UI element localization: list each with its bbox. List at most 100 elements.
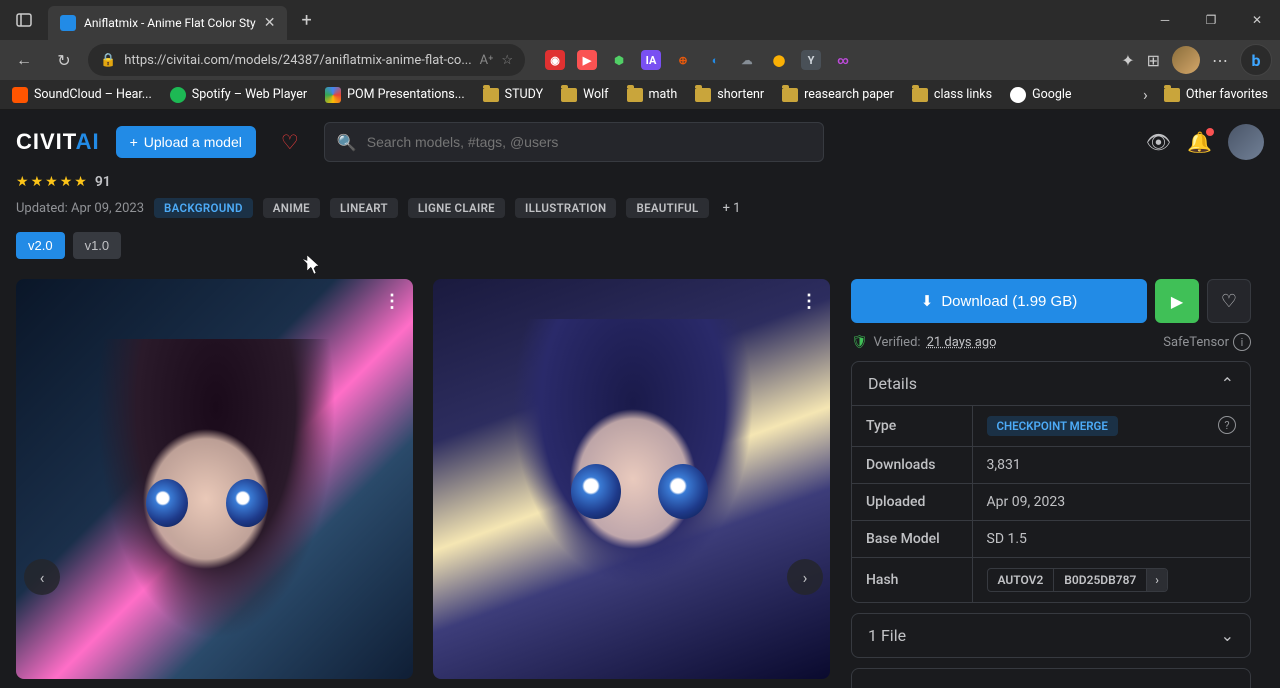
tag-background[interactable]: BACKGROUND — [154, 198, 253, 218]
bookmark-folder-shortenr[interactable]: shortenr — [695, 87, 764, 102]
verified-label: Verified: — [874, 335, 921, 350]
bookmark-folder-math[interactable]: math — [627, 87, 678, 102]
refresh-button[interactable]: ↻ — [48, 44, 80, 76]
table-row: Hash AUTOV2 B0D25DB787 › — [852, 558, 1250, 603]
reader-icon[interactable]: A⁺ — [480, 53, 494, 68]
bookmark-folder-research[interactable]: reasearch paper — [782, 87, 894, 102]
favorite-button[interactable]: ♡ — [1207, 279, 1251, 323]
chevron-up-icon: ⌃ — [1221, 374, 1234, 393]
heart-icon: ♡ — [1221, 291, 1237, 312]
table-row: UploadedApr 09, 2023 — [852, 484, 1250, 521]
details-panel-header[interactable]: Details ⌃ — [852, 362, 1250, 405]
lock-icon: 🔒 — [100, 53, 116, 68]
chevron-right-icon[interactable]: › — [1147, 569, 1167, 591]
star-icon: ★ — [45, 174, 58, 190]
carousel-next-button[interactable]: › — [787, 559, 823, 595]
bookmark-folder-classlinks[interactable]: class links — [912, 87, 992, 102]
files-panel-header[interactable]: 1 File ⌄ — [852, 614, 1250, 657]
site-logo[interactable]: CIVITAI — [16, 129, 100, 155]
bing-button[interactable]: b — [1240, 44, 1272, 76]
image-menu-icon[interactable]: ⋮ — [800, 291, 818, 312]
ext-icon-2[interactable]: ▶ — [577, 50, 597, 70]
download-icon: ⬇ — [921, 292, 934, 310]
bookmark-folder-study[interactable]: STUDY — [483, 87, 543, 102]
bookmark-spotify[interactable]: Spotify – Web Player — [170, 87, 307, 103]
ext-icon-4[interactable]: IA — [641, 50, 661, 70]
rating-stars[interactable]: ★★★★★ 91 — [16, 174, 1264, 190]
tag-anime[interactable]: ANIME — [263, 198, 320, 218]
updated-date: Updated: Apr 09, 2023 — [16, 201, 144, 216]
bookmarks-overflow-icon[interactable]: › — [1143, 85, 1148, 104]
tab-close-icon[interactable]: ✕ — [264, 15, 276, 31]
download-button[interactable]: ⬇ Download (1.99 GB) — [851, 279, 1147, 323]
notification-dot — [1206, 128, 1214, 136]
gallery-image-1[interactable]: ⋮ — [16, 279, 413, 679]
ext-icon-8[interactable]: ⬤ — [769, 50, 789, 70]
ext-icon-9[interactable]: Y — [801, 50, 821, 70]
other-favorites[interactable]: Other favorites — [1164, 87, 1268, 102]
rating-count: 91 — [95, 174, 111, 190]
profile-avatar[interactable] — [1172, 46, 1200, 74]
ext-icon-6[interactable]: ◐ — [705, 50, 725, 70]
bookmark-soundcloud[interactable]: SoundCloud – Hear... — [12, 87, 152, 103]
collections-icon[interactable]: ⊞ — [1147, 51, 1160, 70]
ext-icon-7[interactable]: ☁ — [737, 50, 757, 70]
extensions-icon[interactable]: ✦ — [1121, 51, 1134, 70]
maximize-button[interactable]: ❐ — [1188, 0, 1234, 40]
more-menu-icon[interactable]: ⋯ — [1212, 51, 1228, 70]
tag-ligne-claire[interactable]: LIGNE CLAIRE — [408, 198, 505, 218]
gallery-image-2[interactable]: ⋮ — [433, 279, 830, 679]
user-avatar[interactable] — [1228, 124, 1264, 160]
url-text: https://civitai.com/models/24387/aniflat… — [124, 53, 471, 68]
favorite-star-icon[interactable]: ☆ — [501, 53, 513, 68]
search-icon: 🔍 — [337, 133, 357, 152]
more-tags-button[interactable]: + 1 — [719, 201, 745, 216]
chevron-down-icon: ⌄ — [1221, 626, 1234, 645]
minimize-button[interactable]: ─ — [1142, 0, 1188, 40]
search-box[interactable]: 🔍 — [324, 122, 824, 162]
upload-model-button[interactable]: +Upload a model — [116, 126, 256, 158]
table-row: Base ModelSD 1.5 — [852, 521, 1250, 558]
visibility-icon[interactable]: 👁 — [1146, 130, 1171, 154]
new-tab-button[interactable]: + — [287, 10, 325, 31]
bookmark-pom[interactable]: POM Presentations... — [325, 87, 465, 103]
bookmark-google[interactable]: Google — [1010, 87, 1071, 103]
details-table: TypeCHECKPOINT MERGE? Downloads3,831 Upl… — [852, 405, 1250, 602]
type-badge: CHECKPOINT MERGE — [987, 416, 1118, 436]
ext-icon-5[interactable]: ⊕ — [673, 50, 693, 70]
plus-icon: + — [130, 134, 138, 150]
version-v2[interactable]: v2.0 — [16, 232, 65, 259]
notifications-button[interactable]: 🔔 — [1187, 130, 1212, 154]
hash-selector[interactable]: AUTOV2 B0D25DB787 › — [987, 568, 1168, 592]
ext-icon-1[interactable]: ◉ — [545, 50, 565, 70]
verified-when[interactable]: 21 days ago — [927, 335, 997, 350]
image-menu-icon[interactable]: ⋮ — [383, 291, 401, 312]
tag-illustration[interactable]: ILLUSTRATION — [515, 198, 617, 218]
play-icon: ▶ — [1171, 292, 1183, 311]
version-v1[interactable]: v1.0 — [73, 232, 122, 259]
info-icon[interactable]: ? — [1218, 416, 1236, 434]
ext-icon-10[interactable]: ∞ — [833, 50, 853, 70]
tab-sidebar-button[interactable] — [0, 0, 48, 40]
image-gallery: ⋮ ⋮ ‹ › — [16, 279, 831, 688]
ext-icon-3[interactable]: ⬢ — [609, 50, 629, 70]
search-input[interactable] — [367, 134, 811, 150]
create-button[interactable]: ▶ — [1155, 279, 1199, 323]
address-bar[interactable]: 🔒 https://civitai.com/models/24387/anifl… — [88, 44, 525, 76]
close-window-button[interactable]: ✕ — [1234, 0, 1280, 40]
info-icon[interactable]: i — [1233, 333, 1251, 351]
favorites-heart-button[interactable]: ♡ — [272, 124, 308, 160]
bookmark-folder-wolf[interactable]: Wolf — [561, 87, 608, 102]
browser-tab[interactable]: Aniflatmix - Anime Flat Color Sty ✕ — [48, 6, 287, 40]
tag-lineart[interactable]: LINEART — [330, 198, 398, 218]
carousel-prev-button[interactable]: ‹ — [24, 559, 60, 595]
tag-beautiful[interactable]: BEAUTIFUL — [626, 198, 708, 218]
table-row: TypeCHECKPOINT MERGE? — [852, 406, 1250, 447]
star-icon: ★ — [31, 174, 44, 190]
tab-favicon — [60, 15, 76, 31]
table-row: Downloads3,831 — [852, 447, 1250, 484]
star-icon: ★ — [74, 174, 87, 190]
back-button[interactable]: ← — [8, 44, 40, 76]
tab-title: Aniflatmix - Anime Flat Color Sty — [84, 16, 256, 30]
shield-icon: 🛡 — [851, 335, 868, 350]
